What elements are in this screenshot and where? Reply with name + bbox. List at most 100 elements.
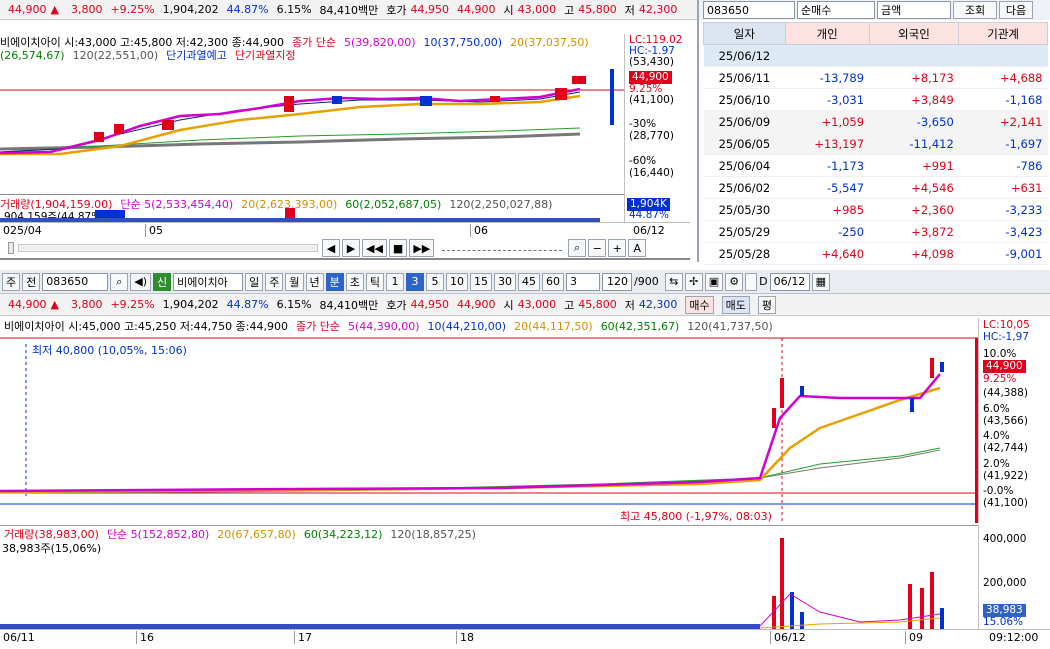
table-row[interactable]: 25/05/29 -250 +3,872 -3,423 (703, 220, 1048, 243)
daily-chart-canvas (0, 69, 624, 156)
table-row[interactable]: 25/06/11 -13,789 +8,173 +4,688 (703, 66, 1048, 89)
nav-first-button[interactable]: ◀◀ (362, 239, 387, 257)
minus-icon[interactable]: − (588, 239, 607, 257)
date-checkbox[interactable] (745, 272, 758, 291)
scale-v4: (16,440) (629, 167, 674, 179)
compare-icon[interactable]: ⇆ (664, 272, 683, 291)
period-tick[interactable]: 틱 (365, 272, 385, 291)
table-row[interactable]: 25/06/02 -5,547 +4,546 +631 (703, 176, 1048, 199)
all-button[interactable]: 전 (22, 272, 41, 291)
minute-volume-bars (0, 538, 944, 629)
count-input[interactable]: 120 (602, 272, 633, 291)
sell-button[interactable]: 매도 (721, 295, 750, 314)
save-icon[interactable]: ▣ (704, 272, 724, 291)
investor-panel: 083650 순매수 금액 조회 다음 일자 개인 외국인 기관계 25/06/… (697, 0, 1050, 265)
nav-last-button[interactable]: ▶▶ (409, 239, 435, 257)
search-icon[interactable]: ⌕ (110, 272, 129, 291)
cell-individual: +1,059 (785, 110, 870, 133)
minute-3[interactable]: 3 (406, 272, 425, 291)
period-year[interactable]: 년 (305, 272, 324, 291)
minute-select[interactable]: 3 (566, 272, 601, 291)
quote-rate: +9.25% (110, 298, 155, 311)
period-minute[interactable]: 분 (325, 272, 344, 291)
minute-15[interactable]: 15 (470, 272, 493, 291)
cell-institution: +631 (958, 176, 1048, 199)
table-row[interactable]: 25/06/12 (703, 44, 1048, 67)
investor-toolbar: 083650 순매수 금액 조회 다음 (699, 0, 1050, 20)
investor-code-input[interactable]: 083650 (703, 1, 795, 19)
daily-price-chart[interactable]: 비에이치아이 시:43,000 고:45,800 저:42,300 종:44,9… (0, 34, 624, 196)
scale-lc: LC:10,05 (983, 319, 1030, 331)
period-second[interactable]: 초 (345, 272, 364, 291)
cell-date: 25/05/29 (703, 220, 786, 243)
query-button[interactable]: 조회 (953, 1, 997, 19)
gear-icon[interactable]: ⚙ (725, 272, 744, 291)
stock-name-field[interactable]: 비에이치아 (173, 272, 244, 291)
cell-individual: -1,173 (785, 154, 870, 177)
vol-scale-200k: 200,000 (983, 577, 1027, 589)
minute-30[interactable]: 30 (494, 272, 517, 291)
cell-individual: +985 (785, 198, 870, 221)
minute-60[interactable]: 60 (542, 272, 565, 291)
table-row[interactable]: 25/06/10 -3,031 +3,849 -1,168 (703, 88, 1048, 111)
eval-button[interactable]: 평 (757, 295, 777, 314)
cell-foreign: +4,546 (869, 176, 959, 199)
quote-ask: 44,900 (457, 298, 496, 311)
cell-institution: -3,233 (958, 198, 1048, 221)
plus-icon[interactable]: + (608, 239, 627, 257)
daily-x-axis: 025/04 05 06 (0, 222, 624, 238)
minute-5[interactable]: 5 (426, 272, 445, 291)
cell-foreign: -11,412 (869, 132, 959, 155)
next-button[interactable]: 다음 (999, 1, 1033, 19)
time-readout-box: 09:12:00 (978, 629, 1050, 649)
cell-date: 25/06/02 (703, 176, 786, 199)
table-row[interactable]: 25/06/04 -1,173 +991 -786 (703, 154, 1048, 177)
minute-10[interactable]: 10 (446, 272, 469, 291)
nav-prev-button[interactable]: ◀ (322, 239, 340, 257)
minute-1[interactable]: 1 (386, 272, 405, 291)
table-row[interactable]: 25/05/30 +985 +2,360 -3,233 (703, 198, 1048, 221)
high-label: 고 (564, 298, 575, 312)
cell-institution: -1,168 (958, 88, 1048, 111)
calendar-icon[interactable]: ▦ (811, 272, 831, 291)
cell-date: 25/06/11 (703, 66, 786, 89)
horizontal-scrollbar[interactable] (18, 244, 318, 252)
nav-next-button[interactable]: ▶ (342, 239, 360, 257)
table-row[interactable]: 25/05/28 +4,640 +4,098 -9,001 (703, 242, 1048, 265)
search-icon[interactable]: ⌕ (568, 239, 587, 257)
cell-individual: -3,031 (785, 88, 870, 111)
cell-date: 25/05/30 (703, 198, 786, 221)
crosshair-icon[interactable]: ✢ (684, 272, 703, 291)
table-row[interactable]: 25/06/05 +13,197 -11,412 -1,697 (703, 132, 1048, 155)
nav-stop-button[interactable]: ■ (388, 239, 408, 257)
quote-open: 43,000 (517, 3, 557, 16)
cell-date: 25/05/28 (703, 242, 786, 265)
cell-institution: -9,001 (958, 242, 1048, 265)
auto-icon[interactable]: A (628, 239, 647, 257)
scale-v3: (28,770) (629, 130, 674, 142)
date-input[interactable]: 06/12 (769, 272, 810, 291)
scale-v1: (53,430) (629, 56, 674, 68)
speaker-icon[interactable]: ◀) (130, 272, 152, 291)
minute-volume-chart[interactable]: 거래량(38,983,00) 단순 5(152,852,80) 20(67,65… (0, 525, 978, 629)
trading-window: 44,900 ▲ 3,800 +9.25% 1,904,202 44.87% 6… (0, 0, 1050, 649)
xaxis-label: 06/12 (770, 631, 806, 644)
period-button[interactable]: 주 (2, 272, 21, 291)
zoom-slider[interactable] (442, 245, 563, 251)
scale-p4: 4.0% (983, 430, 1010, 442)
buy-button[interactable]: 매수 (685, 295, 714, 314)
investor-mode-select[interactable]: 순매수 (797, 1, 875, 19)
daily-volume-chart[interactable]: 거래량(1,904,159.00) 단순 5(2,533,454,40) 20(… (0, 196, 624, 222)
period-day[interactable]: 일 (245, 272, 264, 291)
stock-code-input[interactable]: 083650 (42, 272, 109, 291)
quote-change: 3,800 (70, 3, 103, 16)
period-month[interactable]: 월 (285, 272, 304, 291)
table-row[interactable]: 25/06/09 +1,059 -3,650 +2,141 (703, 110, 1048, 133)
high-label: 고 (564, 3, 575, 17)
scroll-thumb[interactable] (8, 242, 14, 254)
minute-45[interactable]: 45 (518, 272, 541, 291)
minute-price-chart[interactable]: 비에이치아이 시:45,000 고:45,250 저:44,750 종:44,9… (0, 318, 978, 523)
investor-unit-select[interactable]: 금액 (877, 1, 951, 19)
period-week[interactable]: 주 (265, 272, 284, 291)
scale-m60: -60% (629, 155, 657, 167)
